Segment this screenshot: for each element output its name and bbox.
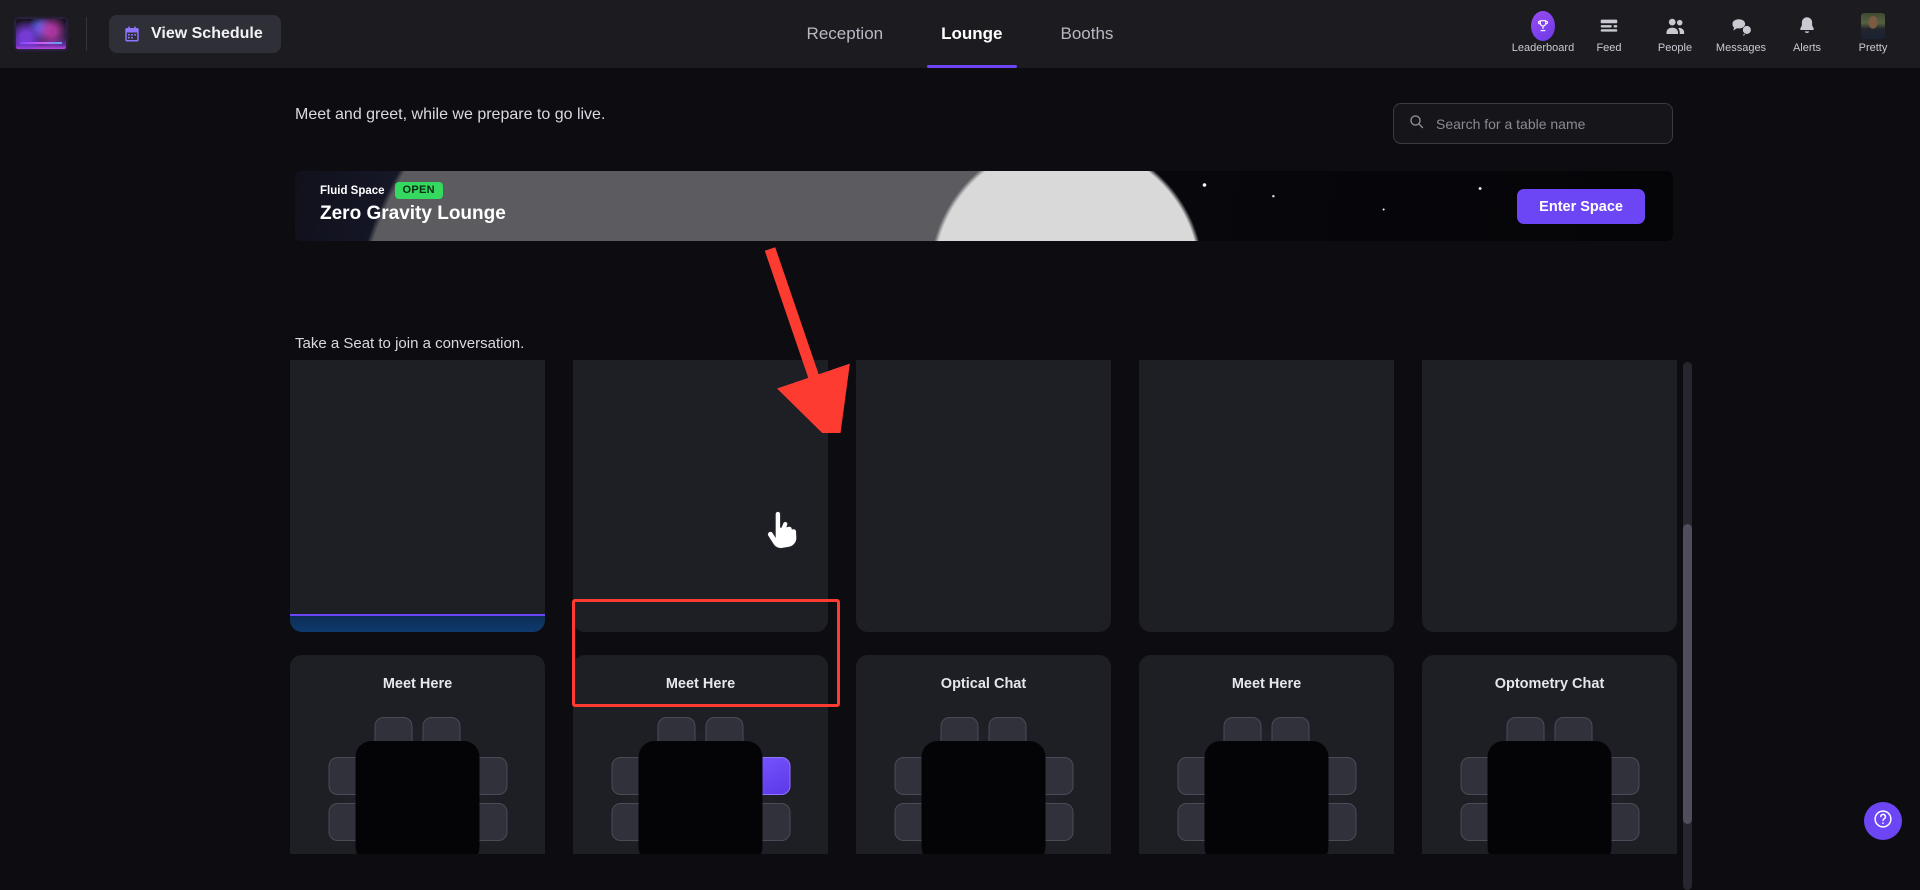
action-messages-label: Messages — [1715, 42, 1767, 54]
tab-lounge-label: Lounge — [941, 24, 1003, 43]
table-seating-diagram — [894, 717, 1073, 854]
feed-icon — [1597, 14, 1621, 38]
tabletop — [1204, 741, 1328, 854]
action-feed[interactable]: Feed — [1576, 0, 1642, 68]
messages-icon — [1729, 14, 1753, 38]
table-title: Optometry Chat — [1494, 676, 1605, 692]
table-seating-diagram — [1460, 717, 1639, 854]
table-seating-diagram — [611, 717, 790, 854]
calendar-icon — [123, 25, 141, 43]
action-leaderboard[interactable]: Leaderboard — [1510, 0, 1576, 68]
table-title: Meet Here — [665, 676, 736, 692]
table-card[interactable]: Optical Chat Join — [856, 655, 1111, 854]
tab-lounge[interactable]: Lounge — [927, 0, 1017, 68]
action-alerts[interactable]: Alerts — [1774, 0, 1840, 68]
table-seating-diagram — [328, 717, 507, 854]
header-actions: Leaderboard Feed People Messages Alerts … — [1510, 0, 1906, 68]
tabletop — [1487, 741, 1611, 854]
main-content: Meet and greet, while we prepare to go l… — [0, 68, 1920, 890]
table-card-selected[interactable]: Meet Here Join — [573, 655, 828, 854]
tables-grid: Meet Here Join Meet Here — [290, 360, 1677, 854]
search-placeholder: Search for a table name — [1436, 115, 1586, 132]
search-table-input[interactable]: Search for a table name — [1393, 103, 1673, 144]
tables-scrollbar-thumb[interactable] — [1683, 524, 1692, 824]
seat-prompt: Take a Seat to join a conversation. — [295, 335, 525, 352]
event-logo[interactable] — [16, 19, 66, 49]
status-badge: OPEN — [394, 182, 443, 199]
tab-reception[interactable]: Reception — [801, 0, 890, 68]
table-card-partial[interactable] — [1139, 360, 1394, 632]
action-profile[interactable]: Pretty — [1840, 0, 1906, 68]
trophy-icon — [1531, 11, 1555, 41]
view-schedule-label: View Schedule — [151, 25, 263, 42]
tab-booths[interactable]: Booths — [1055, 0, 1120, 68]
banner-title: Zero Gravity Lounge — [320, 203, 506, 224]
table-seating-diagram — [1177, 717, 1356, 854]
header-divider — [86, 17, 87, 51]
tables-scroll-area[interactable]: Meet Here Join Meet Here — [290, 360, 1680, 854]
tabletop — [921, 741, 1045, 854]
top-bar: View Schedule Reception Lounge Booths Le… — [0, 0, 1920, 68]
action-messages[interactable]: Messages — [1708, 0, 1774, 68]
table-card-partial[interactable] — [573, 360, 828, 632]
table-card-partial-highlight — [290, 614, 545, 632]
banner-kicker: Fluid Space — [320, 184, 385, 197]
tab-booths-label: Booths — [1060, 24, 1114, 43]
table-card-partial-edge — [1139, 614, 1394, 632]
page-subtitle: Meet and greet, while we prepare to go l… — [295, 106, 606, 123]
featured-space-banner[interactable]: Fluid Space OPEN Zero Gravity Lounge Ent… — [295, 171, 1673, 241]
help-button[interactable] — [1864, 802, 1902, 840]
table-card-partial[interactable] — [856, 360, 1111, 632]
action-leaderboard-label: Leaderboard — [1511, 42, 1575, 54]
banner-meta-row: Fluid Space OPEN — [320, 182, 506, 199]
table-card[interactable]: Optometry Chat Join — [1422, 655, 1677, 854]
action-people[interactable]: People — [1642, 0, 1708, 68]
table-card-partial-edge — [1422, 614, 1677, 632]
search-icon — [1408, 113, 1425, 135]
table-card[interactable]: Meet Here Join — [290, 655, 545, 854]
tabletop — [638, 741, 762, 854]
table-card-partial[interactable] — [290, 360, 545, 632]
view-schedule-button[interactable]: View Schedule — [109, 15, 281, 53]
table-card-partial-edge — [573, 614, 828, 632]
tabletop — [355, 741, 479, 854]
action-feed-label: Feed — [1596, 42, 1622, 54]
question-mark-icon — [1872, 808, 1894, 835]
bell-icon — [1795, 14, 1819, 38]
table-card-partial[interactable] — [1422, 360, 1677, 632]
table-title: Meet Here — [382, 676, 453, 692]
people-icon — [1663, 14, 1687, 38]
banner-text: Fluid Space OPEN Zero Gravity Lounge — [320, 182, 506, 225]
tab-reception-label: Reception — [806, 24, 884, 43]
enter-space-button[interactable]: Enter Space — [1517, 189, 1645, 224]
table-card-partial-edge — [856, 614, 1111, 632]
action-profile-label: Pretty — [1858, 42, 1888, 54]
table-title: Optical Chat — [940, 676, 1027, 692]
action-alerts-label: Alerts — [1792, 42, 1822, 54]
avatar-image — [1861, 13, 1885, 39]
table-title: Meet Here — [1231, 676, 1302, 692]
avatar — [1861, 13, 1885, 39]
action-people-label: People — [1657, 42, 1693, 54]
table-card[interactable]: Meet Here Join — [1139, 655, 1394, 854]
trophy-icon-wrap — [1531, 11, 1555, 41]
